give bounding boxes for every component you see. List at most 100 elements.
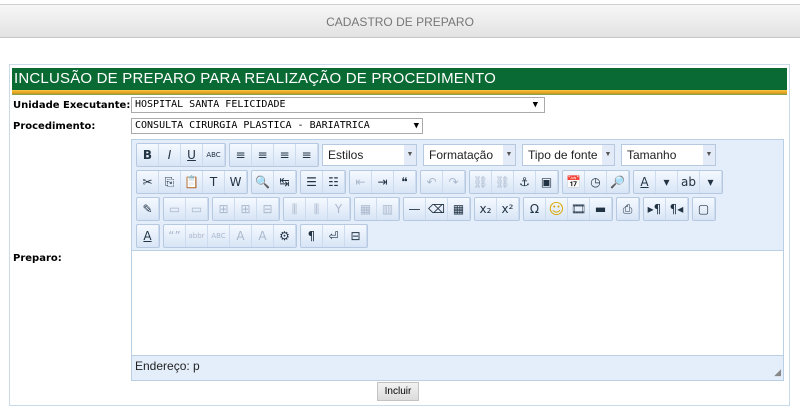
table-cell-icon[interactable]: ▭ xyxy=(186,198,208,220)
insert-row-before-icon[interactable]: ⊞ xyxy=(213,198,235,220)
horizontal-rule-icon[interactable]: — xyxy=(404,198,426,220)
merge-cells-icon[interactable]: ▦ xyxy=(355,198,377,220)
replace-icon[interactable]: ↹ xyxy=(274,171,296,193)
insert-col-after-icon[interactable]: ⫼ xyxy=(306,198,328,220)
numbered-list-icon[interactable]: ☷ xyxy=(323,171,345,193)
table-row-icon[interactable]: ▭ xyxy=(164,198,186,220)
acronym-icon[interactable]: ABC xyxy=(208,225,230,247)
chevron-down-icon: ▼ xyxy=(703,145,715,165)
unidade-value: HOSPITAL SANTA FELICIDADE xyxy=(135,99,286,110)
insert-col-before-icon[interactable]: ⫼ xyxy=(284,198,306,220)
print-icon[interactable]: ⎙ xyxy=(617,198,639,220)
bold-icon[interactable]: B xyxy=(137,144,159,166)
eraser-icon[interactable]: ⌫ xyxy=(426,198,448,220)
insert-row-after-icon[interactable]: ⊞ xyxy=(235,198,257,220)
unidade-label: Unidade Executante: xyxy=(13,100,131,111)
date-icon[interactable]: 📅 xyxy=(563,171,585,193)
align-justify-icon[interactable]: ≡ xyxy=(296,144,318,166)
background-color-icon[interactable]: ab xyxy=(678,171,700,193)
link-icon[interactable]: ⛓ xyxy=(470,171,492,193)
bulleted-list-icon[interactable]: ☰ xyxy=(301,171,323,193)
image-icon[interactable]: ▣ xyxy=(536,171,558,193)
blockquote-icon[interactable]: ❝ xyxy=(394,171,416,193)
toolbar-group: ↶ ↷ xyxy=(420,170,466,194)
text-color-icon[interactable]: A xyxy=(634,171,656,193)
superscript-icon[interactable]: x² xyxy=(497,198,519,220)
fullscreen-icon[interactable]: ▢ xyxy=(693,198,715,220)
edit-form-icon[interactable]: ✎ xyxy=(137,198,159,220)
outdent-icon[interactable]: ⇤ xyxy=(350,171,372,193)
page-break-icon[interactable]: ⊟ xyxy=(345,225,367,247)
text-color-dropdown-icon[interactable]: ▾ xyxy=(656,171,678,193)
page-title: CADASTRO DE PREPARO xyxy=(326,15,474,29)
copy-icon[interactable]: ⎘ xyxy=(159,171,181,193)
toolbar-group: 🔍 ↹ xyxy=(251,170,297,194)
cite-icon[interactable]: “” xyxy=(164,225,186,247)
subscript-icon[interactable]: x₂ xyxy=(475,198,497,220)
form-title: INCLUSÃO DE PREPARO PARA REALIZAÇÃO DE P… xyxy=(12,68,787,90)
cut-icon[interactable]: ✂ xyxy=(137,171,159,193)
paste-icon[interactable]: 📋 xyxy=(181,171,203,193)
unidade-select[interactable]: HOSPITAL SANTA FELICIDADE ▼ xyxy=(131,97,545,113)
align-center-icon[interactable]: ≡ xyxy=(252,144,274,166)
toolbar-group: ✎ xyxy=(136,197,160,221)
combo-label: Formatação xyxy=(429,148,494,162)
rtl-icon[interactable]: ¶◂ xyxy=(666,198,688,220)
toolbar-group: ¶ ⏎ ⊟ xyxy=(300,224,368,248)
find-icon[interactable]: 🔍 xyxy=(252,171,274,193)
toolbar-row: ✎ ▭ ▭ ⊞ ⊞ ⊟ ⫼ ⫼ Y ▦ ▥ — ⌫ ▦ x₂ x² Ω ☺ 🎞 ▬ ⎙ ▸¶ ¶◂ ▢ xyxy=(136,197,719,221)
toolbar-row: A “” abbr ABC A A ⚙ ¶ ⏎ ⊟ xyxy=(136,224,371,248)
italic-icon[interactable]: I xyxy=(159,144,181,166)
combo-font[interactable]: Tipo de fonte ▼ xyxy=(522,144,615,166)
special-char-icon[interactable]: Ω xyxy=(524,198,546,220)
chevron-down-icon: ▼ xyxy=(602,145,614,165)
smiley-icon[interactable]: ☺ xyxy=(546,198,568,220)
toolbar-row: ✂ ⎘ 📋 T W 🔍 ↹ ☰ ☷ ⇤ ⇥ ❝ ↶ ↷ ⛓ ⛓ ⚓ ▣ 📅 ◷ 🔎 A ▾ ab ▾ xyxy=(136,170,726,194)
non-breaking-icon[interactable]: ⏎ xyxy=(323,225,345,247)
media-icon[interactable]: 🎞 xyxy=(568,198,590,220)
styles-icon[interactable]: A xyxy=(137,225,159,247)
underline-icon[interactable]: U xyxy=(181,144,203,166)
preview-icon[interactable]: 🔎 xyxy=(607,171,629,193)
align-left-icon[interactable]: ≡ xyxy=(230,144,252,166)
background-color-dropdown-icon[interactable]: ▾ xyxy=(700,171,722,193)
align-right-icon[interactable]: ≡ xyxy=(274,144,296,166)
chevron-down-icon: ▼ xyxy=(503,145,515,165)
combo-size[interactable]: Tamanho ▼ xyxy=(621,144,716,166)
indent-icon[interactable]: ⇥ xyxy=(372,171,394,193)
toolbar-group: ⛓ ⛓ ⚓ ▣ xyxy=(469,170,559,194)
attributes-icon[interactable]: ⚙ xyxy=(274,225,296,247)
combo-styles[interactable]: Estilos ▼ xyxy=(322,144,417,166)
undo-icon[interactable]: ↶ xyxy=(421,171,443,193)
editor-content-area[interactable] xyxy=(132,250,783,356)
anchor-icon[interactable]: ⚓ xyxy=(514,171,536,193)
toolbar-group: — ⌫ ▦ xyxy=(403,197,471,221)
title-stripe xyxy=(12,90,787,95)
abbr-icon[interactable]: abbr xyxy=(186,225,208,247)
delete-text-icon[interactable]: A xyxy=(230,225,252,247)
show-blocks-icon[interactable]: ¶ xyxy=(301,225,323,247)
toolbar-group: ⇤ ⇥ ❝ xyxy=(349,170,417,194)
toolbar-group: “” abbr ABC A A ⚙ xyxy=(163,224,297,248)
procedimento-value: CONSULTA CIRURGIA PLASTICA - BARIATRICA xyxy=(135,120,370,131)
input-field-icon[interactable]: ▬ xyxy=(590,198,612,220)
strikethrough-icon[interactable]: ABC xyxy=(203,144,225,166)
table-icon[interactable]: ▦ xyxy=(448,198,470,220)
redo-icon[interactable]: ↷ xyxy=(443,171,465,193)
paste-text-icon[interactable]: T xyxy=(203,171,225,193)
delete-row-icon[interactable]: ⊟ xyxy=(257,198,279,220)
combo-label: Tamanho xyxy=(627,148,677,162)
unlink-icon[interactable]: ⛓ xyxy=(492,171,514,193)
insert-text-icon[interactable]: A xyxy=(252,225,274,247)
paste-word-icon[interactable]: W xyxy=(225,171,247,193)
incluir-button[interactable]: Incluir xyxy=(377,382,419,401)
procedimento-select[interactable]: CONSULTA CIRURGIA PLASTICA - BARIATRICA ▼ xyxy=(131,118,423,134)
time-icon[interactable]: ◷ xyxy=(585,171,607,193)
resize-grip-icon[interactable]: ◢ xyxy=(774,368,781,378)
combo-format[interactable]: Formatação ▼ xyxy=(423,144,516,166)
split-cell-icon[interactable]: ▥ xyxy=(377,198,399,220)
delete-col-icon[interactable]: Y xyxy=(328,198,350,220)
page-header: CADASTRO DE PREPARO xyxy=(0,4,800,38)
toolbar-group: x₂ x² xyxy=(474,197,520,221)
ltr-icon[interactable]: ▸¶ xyxy=(644,198,666,220)
